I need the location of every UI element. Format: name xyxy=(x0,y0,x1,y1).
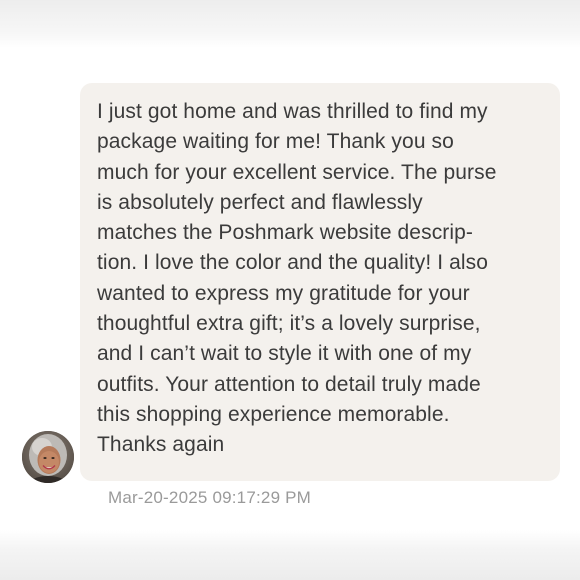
user-avatar-icon xyxy=(22,431,74,483)
message-line: thoughtful extra gift; it’s a lovely sur… xyxy=(97,312,481,336)
message-line: package waiting for me! Thank you so xyxy=(97,130,454,154)
message-line: and I can’t wait to style it with one of… xyxy=(97,342,472,366)
message-timestamp: Mar-20-2025 09:17:29 PM xyxy=(108,488,312,507)
message-line: I just got home and was thrilled to find… xyxy=(97,100,488,123)
message-line: outfits. Your attention to detail truly … xyxy=(97,372,481,396)
top-fade xyxy=(0,0,580,48)
bottom-fade xyxy=(0,530,580,580)
message-screen: I just got home and was thrilled to find… xyxy=(0,0,580,580)
message-text: I just got home and was thrilled to find… xyxy=(97,97,546,461)
message-line: wanted to express my gratitude for your xyxy=(97,281,470,305)
message-line: much for your excellent service. The pur… xyxy=(97,160,497,184)
message-bubble: I just got home and was thrilled to find… xyxy=(80,83,560,481)
message-line: Thanks again xyxy=(97,433,225,457)
sender-avatar[interactable] xyxy=(22,431,74,483)
message-line: tion. I love the color and the quality! … xyxy=(97,251,488,275)
message-line: this shopping experience memorable. xyxy=(97,402,450,426)
message-line: matches the Poshmark website descrip- xyxy=(97,221,474,245)
message-line: is absolutely perfect and flawlessly xyxy=(97,190,423,214)
